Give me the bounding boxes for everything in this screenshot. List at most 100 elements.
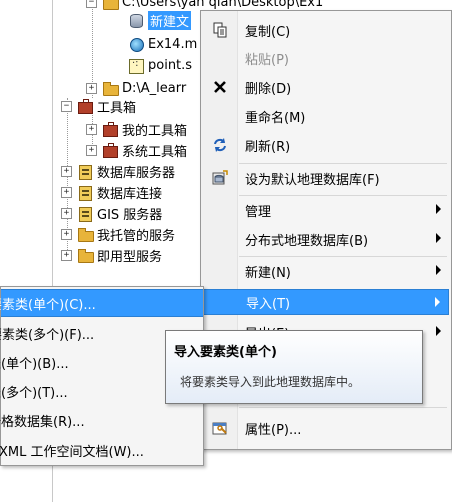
tree-node-system-toolbox[interactable]: + 系统工具箱 bbox=[86, 140, 187, 160]
menu-item-copy[interactable]: 复制(C) bbox=[203, 17, 449, 43]
distributed-icon bbox=[203, 226, 237, 252]
tree-node-ready-services[interactable]: + 即用型服务 bbox=[61, 245, 162, 265]
map-document-icon bbox=[128, 37, 144, 52]
submenu-item-raster-datasets[interactable]: 栅格数据集(R)... bbox=[0, 406, 203, 434]
tree-node-label: C:\Users\yan qian\Desktop\Ex1 bbox=[122, 0, 324, 10]
tree-node-label: 系统工具箱 bbox=[122, 144, 188, 160]
tree-node-mxd[interactable]: Ex14.m bbox=[128, 34, 197, 54]
menu-item-label: 复制(C) bbox=[245, 24, 291, 40]
menu-item-import[interactable]: 导入(T) bbox=[203, 289, 449, 315]
tree-node-label: 新建文 bbox=[148, 10, 192, 30]
tree-node-label: 我托管的服务 bbox=[97, 228, 176, 244]
tooltip-title: 导入要素类(单个) bbox=[174, 345, 277, 360]
properties-icon bbox=[203, 415, 237, 441]
menu-item-set-default-geodatabase[interactable]: 设为默认地理数据库(F) bbox=[203, 165, 449, 191]
tree-node-label: 数据库连接 bbox=[97, 186, 163, 202]
submenu-item-label: 要素类(多个)(F)... bbox=[0, 327, 95, 343]
folder-icon bbox=[102, 81, 119, 96]
menu-item-label: 导入(T) bbox=[246, 296, 291, 312]
menu-item-new[interactable]: 新建(N) bbox=[203, 258, 449, 284]
menu-item-delete[interactable]: 删除(D) bbox=[203, 74, 449, 100]
toolbox-icon bbox=[102, 143, 118, 158]
tooltip-description: 将要素类导入到此地理数据库中。 bbox=[180, 375, 361, 389]
tree-node-my-toolbox[interactable]: + 我的工具箱 bbox=[86, 119, 187, 139]
menu-separator bbox=[239, 163, 447, 164]
folder-icon bbox=[77, 248, 94, 263]
tree-node-toolbox[interactable]: − 工具箱 bbox=[61, 96, 136, 116]
tree-node-folder-d[interactable]: + D:\A_learr bbox=[86, 78, 186, 98]
tree-node-label: Ex14.m bbox=[148, 36, 198, 52]
tree-node-shapefile[interactable]: point.s bbox=[128, 55, 192, 75]
tree-node-gis-servers[interactable]: + GIS 服务器 bbox=[61, 203, 162, 223]
toolbox-icon bbox=[77, 99, 93, 114]
expand-toggle[interactable]: + bbox=[86, 82, 97, 94]
tree-node-geodatabase[interactable]: 新建文 bbox=[128, 10, 192, 30]
menu-item-label: 重命名(M) bbox=[245, 110, 306, 126]
menu-item-label: 刷新(R) bbox=[245, 139, 291, 155]
menu-item-label: 分布式地理数据库(B) bbox=[245, 233, 369, 249]
folder-icon bbox=[77, 227, 94, 242]
submenu-arrow-icon bbox=[435, 297, 440, 307]
submenu-arrow-icon bbox=[436, 326, 441, 336]
tree-node-hosted-services[interactable]: + 我托管的服务 bbox=[61, 224, 175, 244]
tree-node-label: 数据库服务器 bbox=[97, 165, 176, 181]
folder-icon bbox=[102, 0, 119, 10]
database-connection-icon bbox=[77, 185, 93, 201]
expand-toggle[interactable]: + bbox=[86, 123, 97, 135]
geodatabase-default-icon bbox=[203, 165, 237, 191]
expand-toggle[interactable]: + bbox=[86, 144, 97, 156]
submenu-item-label: XML 工作空间文档(W)... bbox=[0, 444, 144, 460]
menu-item-label: 粘贴(P) bbox=[245, 52, 289, 68]
tree-node-label: point.s bbox=[148, 57, 193, 73]
menu-item-properties[interactable]: 属性(P)... bbox=[203, 415, 449, 441]
new-icon bbox=[203, 258, 237, 284]
tree-node-db-servers[interactable]: + 数据库服务器 bbox=[61, 161, 175, 181]
submenu-item-feature-class-single[interactable]: 要素类(单个)(C)... bbox=[0, 289, 203, 317]
menu-item-label: 管理 bbox=[245, 204, 272, 220]
expand-toggle[interactable]: + bbox=[61, 165, 72, 177]
tree-node-label: D:\A_learr bbox=[122, 80, 187, 96]
paste-icon bbox=[203, 45, 237, 71]
collapse-toggle[interactable]: − bbox=[61, 100, 72, 112]
submenu-arrow-icon bbox=[436, 204, 441, 214]
geodatabase-icon bbox=[128, 13, 144, 28]
menu-item-manage[interactable]: 管理 bbox=[203, 197, 449, 223]
menu-item-distributed-geodatabase[interactable]: 分布式地理数据库(B) bbox=[203, 226, 449, 252]
tree-node-db-connections[interactable]: + 数据库连接 bbox=[61, 182, 162, 202]
menu-item-label: 属性(P)... bbox=[245, 422, 302, 438]
menu-separator bbox=[239, 407, 447, 408]
menu-item-label: 删除(D) bbox=[245, 81, 292, 97]
tree-node-label: 工具箱 bbox=[97, 100, 137, 116]
rename-icon bbox=[203, 103, 237, 129]
delete-icon bbox=[203, 74, 237, 100]
menu-separator bbox=[239, 256, 447, 257]
database-server-icon bbox=[77, 164, 93, 180]
manage-icon bbox=[203, 197, 237, 223]
refresh-icon bbox=[203, 132, 237, 158]
menu-item-rename[interactable]: 重命名(M) bbox=[203, 103, 449, 129]
submenu-item-xml-workspace[interactable]: XML 工作空间文档(W)... bbox=[0, 436, 203, 464]
menu-item-label: 设为默认地理数据库(F) bbox=[245, 172, 380, 188]
submenu-arrow-icon bbox=[436, 265, 441, 275]
copy-icon bbox=[203, 17, 237, 43]
submenu-arrow-icon bbox=[436, 233, 441, 243]
expand-toggle[interactable]: + bbox=[61, 207, 72, 219]
menu-item-label: 新建(N) bbox=[245, 265, 291, 281]
tree-node-label: GIS 服务器 bbox=[97, 207, 163, 223]
expand-toggle[interactable]: + bbox=[61, 228, 72, 240]
submenu-item-label: 表(多个)(T)... bbox=[0, 385, 68, 401]
tree-node-label: 即用型服务 bbox=[97, 249, 163, 265]
submenu-item-label: 表(单个)(B)... bbox=[0, 356, 69, 372]
expand-toggle[interactable]: + bbox=[61, 249, 72, 261]
menu-item-refresh[interactable]: 刷新(R) bbox=[203, 132, 449, 158]
collapse-toggle[interactable]: − bbox=[86, 0, 97, 8]
menu-separator bbox=[239, 195, 447, 196]
menu-item-paste[interactable]: 粘贴(P) bbox=[203, 45, 449, 71]
expand-toggle[interactable]: + bbox=[61, 186, 72, 198]
toolbox-icon bbox=[102, 122, 118, 137]
gis-server-icon bbox=[77, 206, 93, 222]
submenu-item-label: 栅格数据集(R)... bbox=[0, 414, 85, 430]
shapefile-icon bbox=[128, 58, 144, 74]
tooltip: 导入要素类(单个) 将要素类导入到此地理数据库中。 bbox=[165, 330, 423, 404]
import-icon bbox=[204, 289, 238, 315]
